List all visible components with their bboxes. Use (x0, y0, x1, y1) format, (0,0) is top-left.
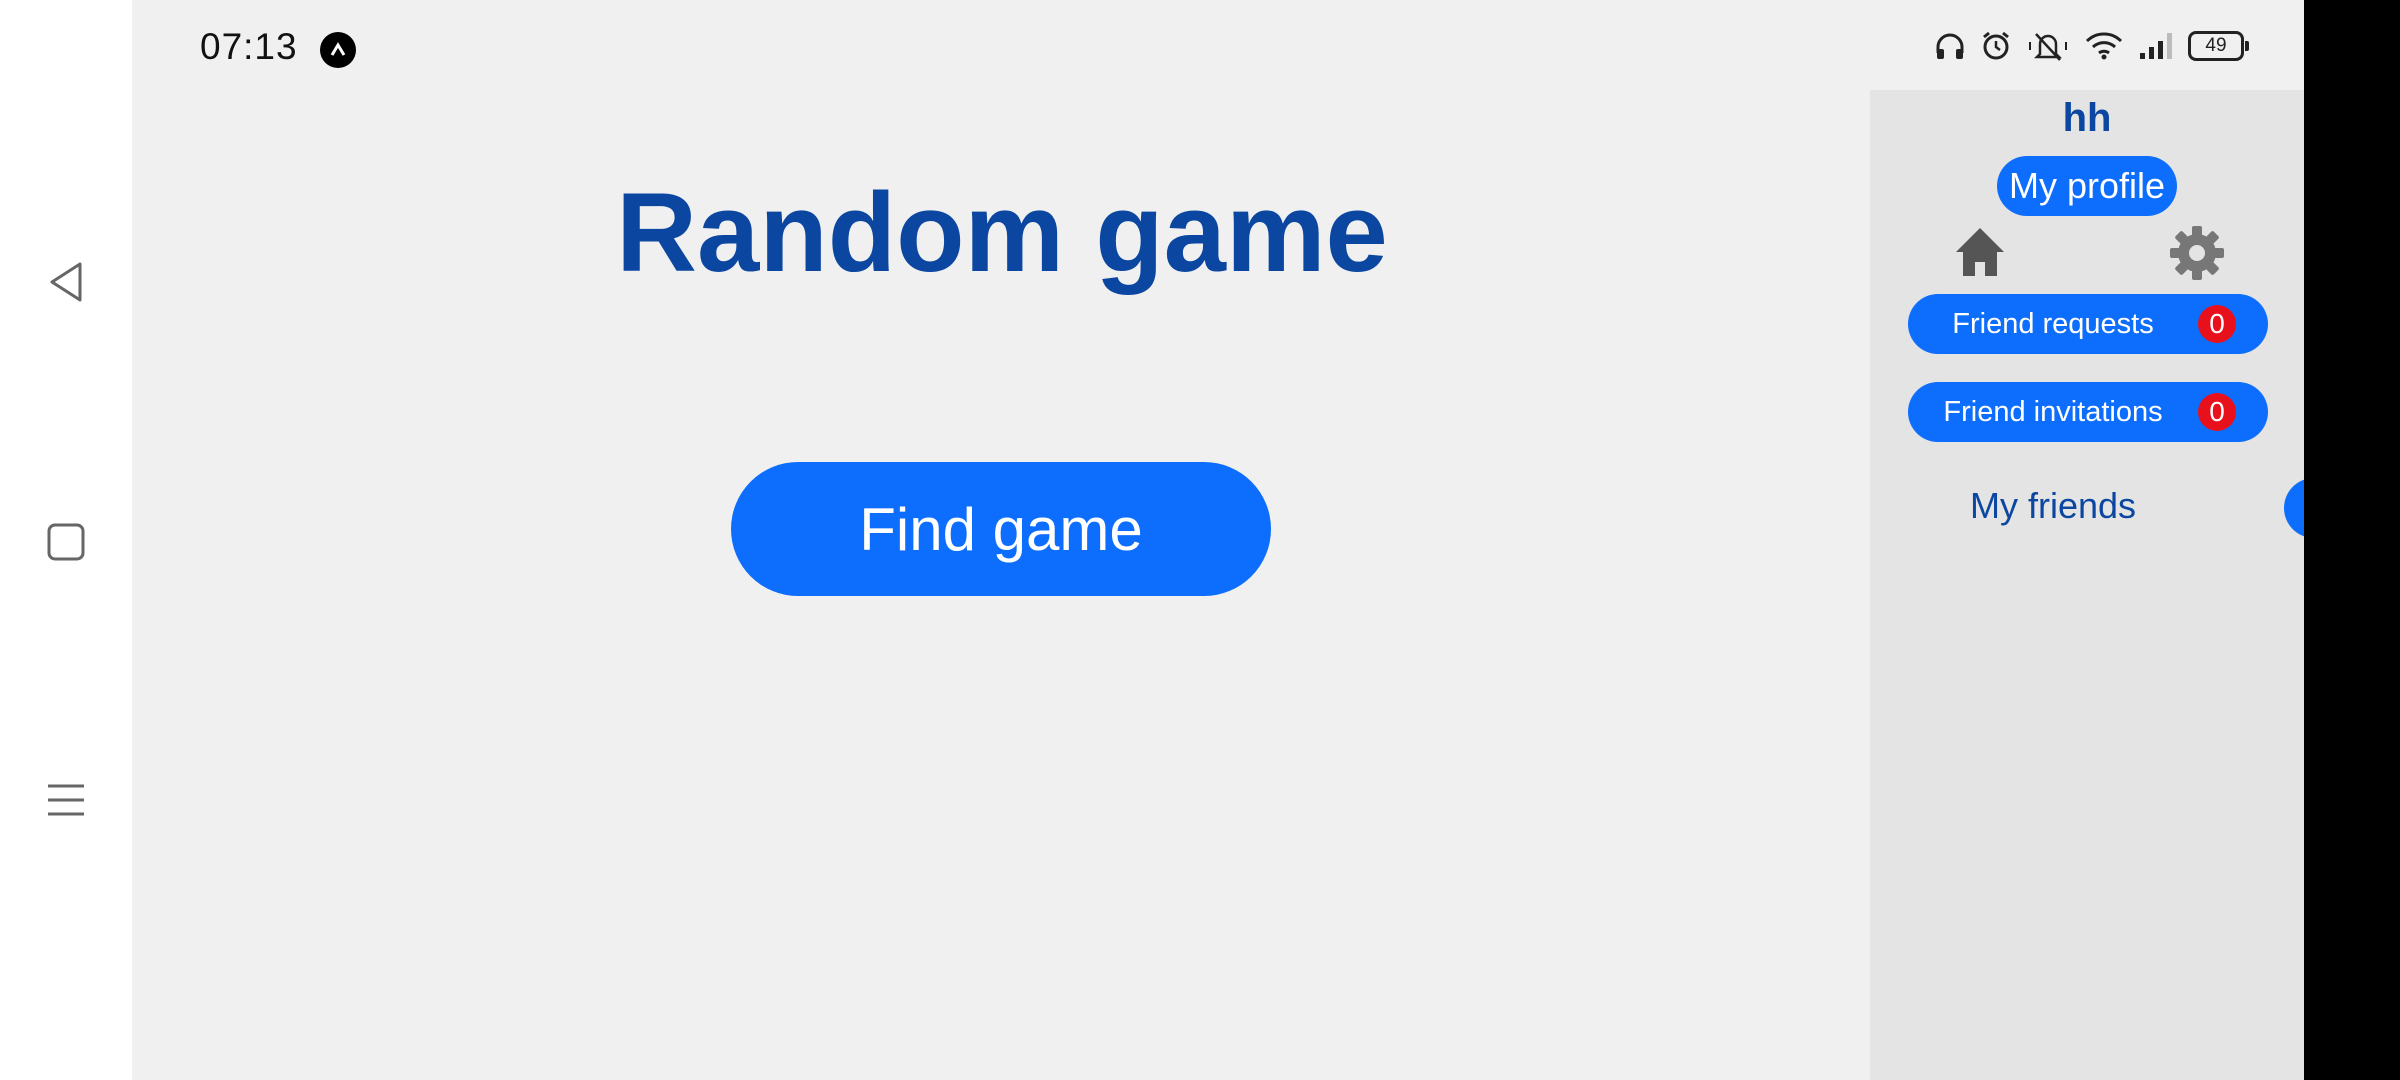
gear-icon[interactable] (2168, 224, 2226, 282)
status-icons: 49 (1934, 30, 2249, 62)
mute-icon (2029, 33, 2067, 61)
friend-requests-label: Friend requests (1952, 307, 2154, 340)
my-friends-label: My friends (1970, 485, 2137, 526)
home-icon[interactable] (1952, 224, 2008, 280)
menu-icon (48, 784, 84, 816)
friend-invitations-label: Friend invitations (1943, 395, 2163, 428)
screen-edge (2304, 0, 2400, 1080)
wifi-icon (2085, 32, 2123, 60)
headphones-icon (1936, 33, 1964, 59)
page-title: Random game (616, 170, 1388, 295)
friend-invitations-badge: 0 (2198, 393, 2236, 431)
back-icon (50, 262, 82, 302)
friend-requests-badge: 0 (2198, 305, 2236, 343)
find-game-button[interactable]: Find game (731, 462, 1271, 596)
app-notification-icon (320, 32, 356, 68)
signal-icon (2140, 33, 2172, 59)
alarm-icon (1983, 31, 2009, 60)
user-sidebar: hh My profile Friend requests 0 Friend i… (1870, 90, 2344, 1080)
home-square-icon (47, 523, 85, 561)
status-time: 07:13 (200, 26, 298, 67)
recents-button[interactable] (36, 770, 96, 830)
username: hh (2062, 96, 2112, 140)
home-nav-button[interactable] (36, 512, 96, 572)
battery-icon: 49 (2188, 31, 2249, 61)
friend-requests-button[interactable]: Friend requests 0 (1908, 294, 2268, 354)
system-nav-bar (0, 0, 132, 1080)
back-button[interactable] (36, 252, 96, 312)
app-window: 07:13 49 Random game Find game hh My pro… (132, 0, 2344, 1080)
my-profile-button[interactable]: My profile (1997, 156, 2177, 216)
friend-invitations-button[interactable]: Friend invitations 0 (1908, 382, 2268, 442)
